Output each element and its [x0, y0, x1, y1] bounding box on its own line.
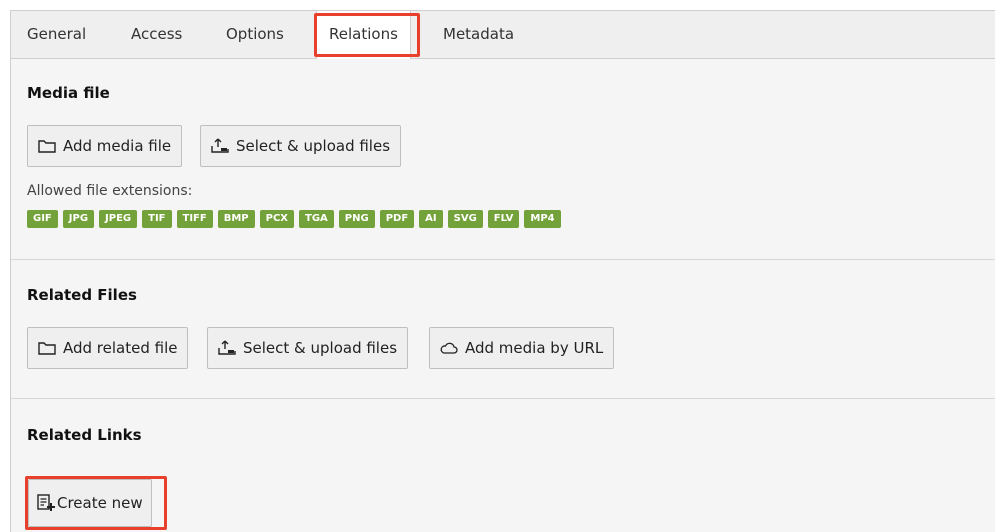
add-media-by-url-button[interactable]: Add media by URL — [429, 327, 615, 369]
extension-badges: GIF JPG JPEG TIF TIFF BMP PCX TGA PNG PDF AI SVG FLV… — [27, 210, 561, 228]
create-new-label: Create new — [57, 494, 143, 512]
cloud-icon — [440, 342, 458, 354]
extension-badge: TGA — [299, 210, 334, 228]
extension-badge: JPEG — [99, 210, 138, 228]
allowed-extensions-label: Allowed file extensions: — [27, 183, 193, 199]
select-upload-files-button[interactable]: Select & upload files — [200, 125, 402, 167]
folder-icon — [38, 342, 56, 355]
create-new-button[interactable]: Create new — [28, 479, 152, 527]
extension-badge: BMP — [217, 210, 255, 228]
related-links-title: Related Links — [27, 426, 142, 444]
record-editor: General Access Options Relations Metadat… — [10, 10, 995, 532]
extension-badge: JPG — [62, 210, 95, 228]
extension-badge: AI — [419, 210, 443, 228]
media-file-title: Media file — [27, 84, 110, 102]
tab-bar: General Access Options Relations Metadat… — [11, 11, 995, 59]
extension-badge: MP4 — [524, 210, 561, 228]
add-related-file-button[interactable]: Add related file — [27, 327, 189, 369]
upload-icon — [218, 340, 236, 355]
add-media-file-label: Add media file — [63, 137, 172, 155]
upload-icon — [211, 138, 229, 153]
tab-relations[interactable]: Relations — [316, 11, 411, 59]
extension-badge: TIF — [142, 210, 172, 228]
extension-badge: TIFF — [176, 210, 213, 228]
tab-options[interactable]: Options — [226, 11, 284, 58]
section-divider — [11, 259, 995, 260]
related-files-title: Related Files — [27, 286, 137, 304]
extension-badge: SVG — [447, 210, 483, 228]
select-upload-files-label: Select & upload files — [236, 137, 391, 155]
add-related-file-label: Add related file — [63, 339, 178, 357]
add-media-file-button[interactable]: Add media file — [27, 125, 183, 167]
relations-panel: Media file Add media file Select & uploa… — [11, 59, 995, 532]
extension-badge: PDF — [379, 210, 415, 228]
extension-badge: FLV — [487, 210, 520, 228]
extension-badge: GIF — [27, 210, 58, 228]
extension-badge: PCX — [259, 210, 295, 228]
tab-general[interactable]: General — [27, 11, 86, 58]
folder-icon — [38, 140, 56, 153]
extension-badge: PNG — [338, 210, 375, 228]
create-record-icon — [37, 494, 55, 511]
tab-access[interactable]: Access — [131, 11, 182, 58]
section-divider — [11, 398, 995, 399]
add-media-by-url-label: Add media by URL — [465, 339, 604, 357]
select-upload-files-label-2: Select & upload files — [243, 339, 398, 357]
tab-metadata[interactable]: Metadata — [443, 11, 514, 58]
select-upload-files-button-2[interactable]: Select & upload files — [207, 327, 409, 369]
